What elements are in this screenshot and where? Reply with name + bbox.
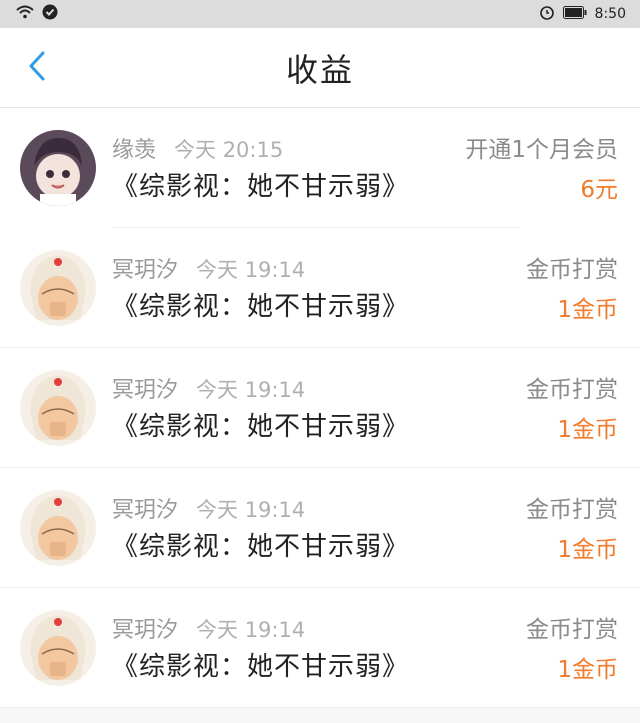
timestamp: 今天 19:14 [196,618,306,642]
earning-row[interactable]: 冥玥汐 今天 19:14 《综影视：她不甘示弱》 金币打赏 1金币 [0,468,640,588]
avatar [20,490,96,566]
status-bar: 8:50 [0,0,640,28]
battery-icon [562,5,587,23]
book-title: 《综影视：她不甘示弱》 [112,532,410,562]
avatar [20,250,96,326]
earning-amount: 6元 [580,177,618,203]
avatar [20,130,96,206]
back-button[interactable] [22,50,52,86]
user-name: 冥玥汐 [112,498,179,523]
wifi-icon [16,5,34,23]
earning-type: 开通1个月会员 [465,137,618,163]
user-name: 冥玥汐 [112,258,179,283]
earning-row[interactable]: 冥玥汐 今天 19:14 《综影视：她不甘示弱》 金币打赏 1金币 [0,348,640,468]
timestamp: 今天 19:14 [196,498,306,522]
earning-type: 金币打赏 [526,257,618,283]
timestamp: 今天 20:15 [174,138,284,162]
header: 收益 [0,28,640,108]
timestamp: 今天 19:14 [196,258,306,282]
row-meta: 缘羡 今天 20:15 [112,132,283,164]
book-title: 《综影视：她不甘示弱》 [112,652,410,682]
earning-amount: 1金币 [557,297,618,323]
page-title: 收益 [285,50,354,89]
status-right: 8:50 [539,4,626,24]
earning-row[interactable]: 冥玥汐 今天 19:14 《综影视：她不甘示弱》 金币打赏 1金币 [0,588,640,708]
user-name: 缘羡 [112,138,157,163]
earning-amount: 1金币 [557,657,618,683]
row-meta: 冥玥汐 今天 19:14 [112,372,305,404]
earnings-list: 缘羡 今天 20:15 《综影视：她不甘示弱》 开通1个月会员 6元 冥玥汐 今… [0,108,640,708]
avatar [20,370,96,446]
timestamp: 今天 19:14 [196,378,306,402]
earning-type: 金币打赏 [526,497,618,523]
earning-row[interactable]: 冥玥汐 今天 19:14 《综影视：她不甘示弱》 金币打赏 1金币 [0,228,640,348]
clock-time: 8:50 [594,6,626,22]
avatar [20,610,96,686]
row-meta: 冥玥汐 今天 19:14 [112,612,305,644]
earning-row[interactable]: 缘羡 今天 20:15 《综影视：她不甘示弱》 开通1个月会员 6元 [0,108,640,228]
row-meta: 冥玥汐 今天 19:14 [112,492,305,524]
book-title: 《综影视：她不甘示弱》 [112,412,410,442]
earning-type: 金币打赏 [526,617,618,643]
status-left [16,4,58,24]
checkmark-icon [42,4,58,24]
book-title: 《综影视：她不甘示弱》 [112,172,410,202]
user-name: 冥玥汐 [112,378,179,403]
user-name: 冥玥汐 [112,618,179,643]
row-meta: 冥玥汐 今天 19:14 [112,252,305,284]
earning-amount: 1金币 [557,537,618,563]
alarm-icon [539,4,555,24]
book-title: 《综影视：她不甘示弱》 [112,292,410,322]
earning-type: 金币打赏 [526,377,618,403]
earning-amount: 1金币 [557,417,618,443]
chevron-left-icon [27,50,47,86]
